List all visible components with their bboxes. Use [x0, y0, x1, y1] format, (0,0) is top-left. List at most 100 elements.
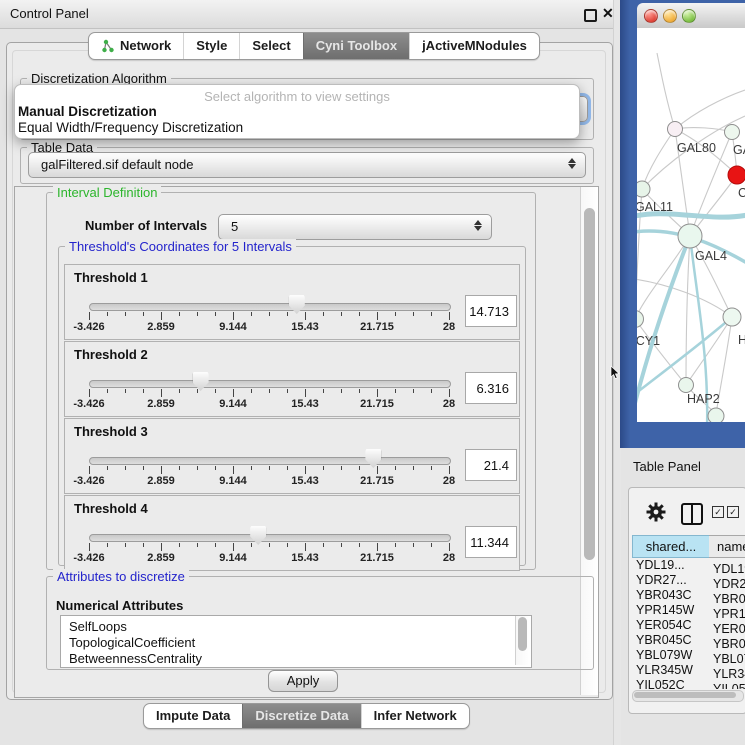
slider-track[interactable]	[89, 534, 451, 542]
scrollbar-thumb[interactable]	[518, 617, 527, 651]
close-traffic-light-icon[interactable]	[644, 9, 658, 23]
tab-select[interactable]: Select	[239, 33, 302, 59]
node-hap2[interactable]	[679, 378, 694, 393]
tab-discretize-data[interactable]: Discretize Data	[242, 704, 360, 728]
tab-network[interactable]: Network	[89, 33, 183, 59]
threshold-label: Threshold 4	[74, 501, 148, 516]
threshold-value-field[interactable]: 14.713	[465, 295, 517, 327]
threshold-label: Threshold 3	[74, 424, 148, 439]
table-row[interactable]: YPR145WYPR145W	[630, 603, 745, 618]
combo-stepper-icon	[474, 219, 482, 232]
numerical-attributes-list[interactable]: SelfLoops TopologicalCoefficient Between…	[60, 615, 532, 668]
node-gal80[interactable]	[668, 122, 683, 137]
node-selected-red[interactable]	[728, 166, 745, 184]
column-header-name[interactable]: name	[709, 535, 745, 558]
attributes-group-title: Attributes to discretize	[53, 569, 189, 584]
threshold-1-box: Threshold 1 -3.4262.8599.14415.4321.7152…	[64, 264, 520, 340]
algorithm-option-manual[interactable]: Manual Discretization	[18, 104, 157, 119]
threshold-value-field[interactable]: 21.4	[465, 449, 517, 481]
slider-scale: -3.4262.8599.14415.4321.71528	[89, 398, 449, 410]
list-item[interactable]: SelfLoops	[61, 619, 531, 635]
scrollbar-thumb[interactable]	[634, 692, 736, 698]
checkbox-icon[interactable]: ✓	[712, 506, 724, 518]
slider-track[interactable]	[89, 303, 451, 311]
tab-impute-data[interactable]: Impute Data	[144, 704, 242, 728]
table-hscrollbar[interactable]	[632, 690, 744, 702]
node-label-gal80: GAL80	[677, 141, 716, 155]
threshold-value-field[interactable]: 6.316	[465, 372, 517, 404]
slider-track[interactable]	[89, 380, 451, 388]
table-row[interactable]: YLR345WYLR345W	[630, 663, 745, 678]
close-icon[interactable]: ✕	[602, 5, 614, 22]
column-header-shared-name[interactable]: shared...	[632, 535, 710, 558]
table-row[interactable]: YBL079WYBL079W	[630, 648, 745, 663]
table-row[interactable]: YER054CYER054C	[630, 618, 745, 633]
node-ga[interactable]	[725, 125, 740, 140]
node-partial[interactable]	[708, 408, 724, 422]
node-label-ga: GA	[733, 143, 745, 157]
list-item[interactable]: TopologicalCoefficient	[61, 635, 531, 651]
table-row[interactable]: YDR27...YDR27...	[630, 573, 745, 588]
minimize-traffic-light-icon[interactable]	[663, 9, 677, 23]
threshold-2-box: Threshold 2 -3.4262.8599.14415.4321.7152…	[64, 341, 520, 417]
table-row[interactable]: YIL052CYIL052C	[630, 678, 745, 689]
slider-track[interactable]	[89, 457, 451, 465]
table-data-value: galFiltered.sif default node	[41, 157, 193, 172]
attributes-list-scrollbar[interactable]	[515, 616, 529, 665]
slider-scale: -3.4262.8599.14415.4321.71528	[89, 475, 449, 487]
network-graph: GAL80 GA GAL11 C GAL4 GCY1 H HAP2	[637, 28, 745, 422]
num-intervals-label: Number of Intervals	[85, 218, 207, 233]
mouse-cursor-icon	[610, 366, 620, 380]
table-row[interactable]: YBR043CYBR043C	[630, 588, 745, 603]
node-gal4[interactable]	[678, 224, 702, 248]
network-view[interactable]: GAL80 GA GAL11 C GAL4 GCY1 H HAP2	[637, 28, 745, 422]
node-labels: GAL80 GA GAL11 C GAL4 GCY1 H HAP2	[637, 141, 745, 406]
panel-title: Control Panel	[10, 6, 89, 21]
node-gal11[interactable]	[637, 181, 650, 197]
table-row[interactable]: YDL19...YDL19...	[630, 558, 745, 573]
tab-cyni-toolbox[interactable]: Cyni Toolbox	[303, 33, 409, 59]
table-row[interactable]: YBR045CYBR045C	[630, 633, 745, 648]
node-gcy1[interactable]	[637, 311, 644, 328]
table-data-combobox[interactable]: galFiltered.sif default node	[28, 152, 586, 178]
scrollbar-thumb[interactable]	[584, 208, 595, 560]
node-label-gal11: GAL11	[637, 200, 673, 214]
network-icon	[101, 39, 115, 53]
node-label-gal4: GAL4	[695, 249, 727, 263]
control-panel-titlebar: Control Panel ✕	[0, 0, 620, 29]
slider-scale: -3.4262.8599.14415.4321.71528	[89, 321, 449, 333]
list-item[interactable]: BetweennessCentrality	[61, 651, 531, 667]
threshold-label: Threshold 2	[74, 347, 148, 362]
node-label-gcy1: GCY1	[637, 334, 660, 348]
numerical-attributes-label: Numerical Attributes	[56, 598, 183, 613]
tab-style[interactable]: Style	[183, 33, 239, 59]
algorithm-placeholder-option[interactable]: Select algorithm to view settings	[15, 89, 579, 104]
network-window-titlebar[interactable]	[637, 3, 745, 29]
threshold-label: Threshold 1	[74, 270, 148, 285]
cyni-bottom-tabs: Impute Data Discretize Data Infer Networ…	[143, 703, 470, 729]
table-panel-title: Table Panel	[633, 459, 701, 474]
slider-scale: -3.4262.8599.14415.4321.71528	[89, 552, 449, 564]
checkbox-icon[interactable]: ✓	[727, 506, 739, 518]
tab-jactivemnodules[interactable]: jActiveMNodules	[409, 33, 539, 59]
num-intervals-value: 5	[231, 219, 238, 234]
thresholds-group-title: Threshold's Coordinates for 5 Intervals	[65, 239, 296, 254]
threshold-4-box: Threshold 4 -3.4262.8599.14415.4321.7152…	[64, 495, 520, 571]
split-columns-icon[interactable]	[681, 503, 703, 525]
float-window-icon[interactable]	[584, 9, 597, 22]
combo-stepper-icon	[568, 157, 576, 170]
apply-button[interactable]: Apply	[268, 670, 338, 692]
algorithm-dropdown-popup: Select algorithm to view settings Manual…	[14, 84, 580, 139]
gear-icon[interactable]	[646, 502, 666, 522]
node-label-c: C	[738, 186, 745, 200]
num-intervals-combobox[interactable]: 5	[218, 214, 492, 240]
algorithm-option-equal-width[interactable]: Equal Width/Frequency Discretization	[18, 120, 243, 135]
threshold-value-field[interactable]: 11.344	[465, 526, 517, 558]
zoom-traffic-light-icon[interactable]	[682, 9, 696, 23]
tab-infer-network[interactable]: Infer Network	[361, 704, 469, 728]
node-label-h: H	[738, 333, 745, 347]
node-h[interactable]	[723, 308, 741, 326]
interval-definition-title: Interval Definition	[53, 185, 161, 200]
tab-label: Network	[120, 34, 171, 58]
table-rows: YDL19...YDL19...YDR27...YDR27...YBR043CY…	[630, 558, 745, 689]
